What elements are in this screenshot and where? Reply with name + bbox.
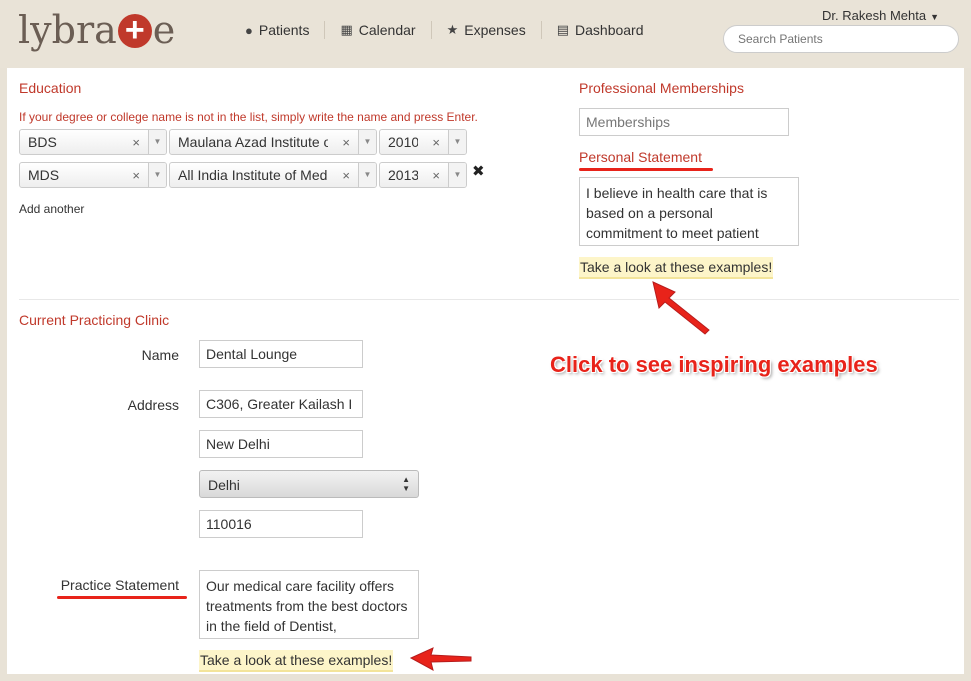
clear-icon[interactable]: × xyxy=(432,168,440,183)
star-icon: ★ xyxy=(446,22,459,37)
degree-value: BDS xyxy=(28,134,57,150)
nav-label: Patients xyxy=(258,22,310,38)
clinic-title: Current Practicing Clinic xyxy=(19,312,170,328)
nav-dashboard[interactable]: ▤ Dashboard xyxy=(542,21,659,39)
user-name: Dr. Rakesh Mehta xyxy=(822,8,927,23)
annotation-callout: Click to see inspiring examples xyxy=(550,352,878,377)
remove-row-icon[interactable]: ✖ xyxy=(472,162,485,180)
name-label: Name xyxy=(141,347,179,363)
logo-text-right: e xyxy=(152,8,176,52)
practice-examples-link[interactable]: Take a look at these examples! xyxy=(199,650,394,672)
annotation-arrow-left xyxy=(409,647,472,671)
chevron-down-icon[interactable]: ▼ xyxy=(148,163,166,187)
annotation-underline xyxy=(579,168,713,171)
college-value: Maulana Azad Institute o... xyxy=(178,134,328,150)
practice-statement-textarea[interactable]: Our medical care facility offers treatme… xyxy=(199,570,419,639)
education-hint: If your degree or college name is not in… xyxy=(19,110,478,124)
clear-icon[interactable]: × xyxy=(432,135,440,150)
calendar-icon: ▦ xyxy=(340,22,353,37)
pincode-input[interactable]: 110016 xyxy=(199,510,363,538)
top-bar: lybra + e ● Patients ▦ Calendar ★ Expenses… xyxy=(0,0,971,68)
caret-down-icon: ▼ xyxy=(930,12,939,22)
section-divider xyxy=(19,299,959,300)
personal-statement-title: Personal Statement xyxy=(579,149,702,165)
user-menu[interactable]: Dr. Rakesh Mehta ▼ xyxy=(822,8,939,23)
year-value: 2010 xyxy=(388,134,418,150)
nav-label: Expenses xyxy=(464,22,526,38)
degree-select-2[interactable]: MDS × ▼ xyxy=(19,162,167,188)
nav-label: Dashboard xyxy=(575,22,644,38)
personal-statement-textarea[interactable]: I believe in health care that is based o… xyxy=(579,177,799,246)
college-select-2[interactable]: All India Institute of Medi... × ▼ xyxy=(169,162,377,188)
search-patients-input[interactable] xyxy=(723,25,959,53)
practice-statement-label: Practice Statement xyxy=(60,577,179,593)
nav-expenses[interactable]: ★ Expenses xyxy=(432,21,541,39)
year-value: 2013 xyxy=(388,167,418,183)
add-another-link[interactable]: Add another xyxy=(19,202,84,216)
nav-label: Calendar xyxy=(358,22,416,38)
memberships-input[interactable]: Memberships xyxy=(579,108,789,136)
annotation-underline xyxy=(57,596,187,599)
address-input[interactable]: C306, Greater Kailash I xyxy=(199,390,363,418)
chevron-down-icon[interactable]: ▼ xyxy=(358,130,376,154)
user-icon: ● xyxy=(245,22,253,38)
degree-select-1[interactable]: BDS × ▼ xyxy=(19,129,167,155)
chevron-down-icon[interactable]: ▼ xyxy=(448,163,466,187)
nav-patients[interactable]: ● Patients xyxy=(230,21,324,39)
degree-value: MDS xyxy=(28,167,60,183)
city-input[interactable]: New Delhi xyxy=(199,430,363,458)
chevron-down-icon[interactable]: ▼ xyxy=(148,130,166,154)
nav-calendar[interactable]: ▦ Calendar xyxy=(325,21,430,39)
chevron-down-icon[interactable]: ▼ xyxy=(448,130,466,154)
annotation-arrow-up xyxy=(652,281,710,335)
year-select-1[interactable]: 2010 × ▼ xyxy=(379,129,467,155)
clinic-name-input[interactable]: Dental Lounge xyxy=(199,340,363,368)
address-label: Address xyxy=(127,397,179,413)
clear-icon[interactable]: × xyxy=(342,168,350,183)
updown-arrows-icon: ▲ ▼ xyxy=(402,475,410,493)
college-value: All India Institute of Medi... xyxy=(178,167,328,183)
clear-icon[interactable]: × xyxy=(132,168,140,183)
clear-icon[interactable]: × xyxy=(132,135,140,150)
memberships-title: Professional Memberships xyxy=(579,80,744,96)
profile-form: Education If your degree or college name… xyxy=(7,68,964,674)
main-nav: ● Patients ▦ Calendar ★ Expenses ▤ Dashb… xyxy=(230,21,659,39)
personal-examples-link[interactable]: Take a look at these examples! xyxy=(579,257,774,279)
lybrate-logo[interactable]: lybra + e xyxy=(18,8,175,52)
clear-icon[interactable]: × xyxy=(342,135,350,150)
plus-cross-icon: + xyxy=(117,13,152,48)
state-value: Delhi xyxy=(208,477,240,493)
education-title: Education xyxy=(19,80,82,96)
bar-chart-icon: ▤ xyxy=(556,22,570,37)
state-select[interactable]: Delhi ▲ ▼ xyxy=(199,470,419,498)
logo-text-left: lybra xyxy=(18,8,117,52)
college-select-1[interactable]: Maulana Azad Institute o... × ▼ xyxy=(169,129,377,155)
year-select-2[interactable]: 2013 × ▼ xyxy=(379,162,467,188)
chevron-down-icon[interactable]: ▼ xyxy=(358,163,376,187)
